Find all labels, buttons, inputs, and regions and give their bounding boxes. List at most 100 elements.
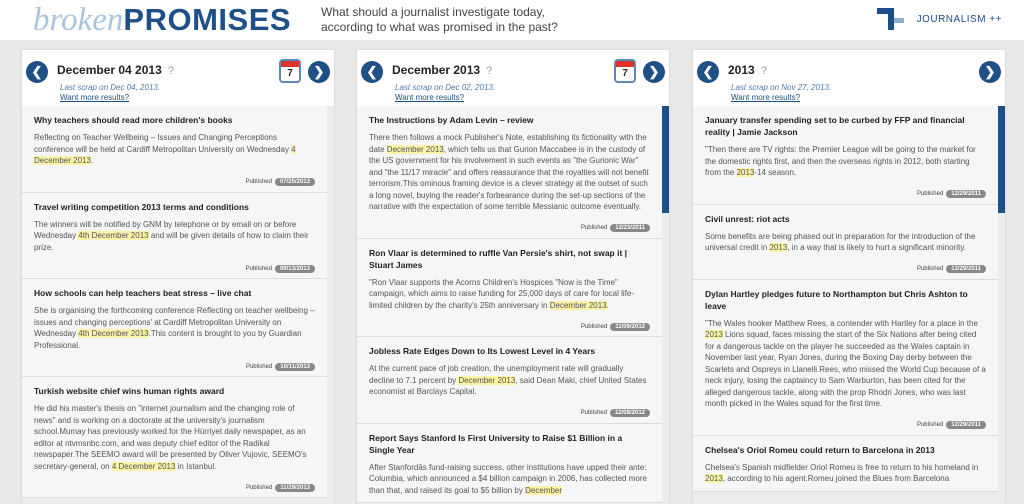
last-scrap-text: Last scrap on Dec 02, 2013.: [395, 83, 496, 92]
published-date-badge: 12/29/2011: [946, 190, 986, 199]
highlighted-date: December 2013: [458, 375, 516, 385]
published-date-badge: 12/08/2012: [609, 409, 650, 418]
results-column: ❮ December 2013? 7 ❯ Last scrap on Dec 02, 2…: [357, 50, 669, 504]
article-title[interactable]: Jobless Rate Edges Down to Its Lowest Le…: [369, 345, 650, 357]
article-excerpt: At the current pace of job creation, the…: [369, 364, 647, 396]
article-excerpt: Reflecting on Teacher Wellbeing – Issues…: [34, 133, 296, 165]
published-date-badge: 10/11/2013: [275, 362, 315, 371]
article-title[interactable]: Turkish website chief wins human rights …: [34, 385, 315, 397]
highlighted-date: 4th December 2013: [78, 231, 149, 240]
scrollbar-thumb[interactable]: [998, 106, 1005, 213]
brand-label: JOURNALISM ++: [916, 13, 1002, 25]
calendar-icon[interactable]: 7: [614, 59, 636, 83]
help-icon[interactable]: ?: [761, 65, 767, 77]
next-arrow-icon[interactable]: ❯: [979, 61, 1001, 83]
article-list[interactable]: Why teachers should read more children's…: [22, 106, 334, 504]
published-label: Published: [916, 422, 944, 429]
article-excerpt: He did his master's thesis on "internet …: [34, 404, 307, 471]
published-row: Published 09/13/2013: [34, 260, 315, 273]
article-excerpt: Some benefits are being phased out in pr…: [705, 231, 976, 252]
logo-broken-text: broken: [33, 2, 124, 38]
highlighted-date: December: [525, 485, 563, 495]
article-list[interactable]: January transfer spending set to be curb…: [693, 106, 1005, 504]
journalism-brand-link[interactable]: JOURNALISM ++: [876, 6, 1002, 32]
article-card[interactable]: Travel writing competition 2013 terms an…: [22, 192, 327, 279]
journalism-logo-icon: [876, 6, 907, 32]
article-excerpt: "The Wales hooker Matthew Rees, a conten…: [705, 318, 986, 408]
article-title[interactable]: Ron Vlaar is determined to ruffle Van Pe…: [369, 247, 650, 271]
more-results-link[interactable]: Want more results?: [731, 93, 800, 102]
column-title-text: 2013: [728, 63, 755, 77]
article-title[interactable]: January transfer spending set to be curb…: [705, 114, 986, 138]
published-label: Published: [916, 266, 944, 273]
article-card[interactable]: Ron Vlaar is determined to ruffle Van Pe…: [357, 238, 662, 337]
calendar-icon[interactable]: 7: [279, 59, 301, 83]
highlighted-date: 2013: [705, 330, 723, 339]
tagline-line-1: What should a journalist investigate tod…: [321, 5, 545, 19]
published-label: Published: [245, 363, 273, 370]
article-card[interactable]: January transfer spending set to be curb…: [693, 106, 998, 205]
highlighted-date: 4 December 2013: [111, 461, 176, 471]
article-excerpt: "Then there are TV rights: the Premier L…: [705, 145, 976, 177]
published-label: Published: [245, 484, 273, 491]
last-scrap-text: Last scrap on Nov 27, 2013.: [731, 83, 832, 92]
help-icon[interactable]: ?: [486, 65, 492, 77]
article-card[interactable]: How schools can help teachers beat stres…: [22, 279, 327, 377]
article-title[interactable]: Chelsea's Oriol Romeu could return to Ba…: [705, 444, 986, 456]
column-title-text: December 04 2013: [57, 63, 162, 77]
column-title: December 2013?: [392, 63, 492, 77]
published-date-badge: 09/13/2013: [274, 264, 315, 273]
scrollbar-thumb[interactable]: [662, 106, 669, 213]
results-column: ❮ 2013? ❯ Last scrap on Nov 27, 2013. Want m…: [693, 50, 1005, 504]
article-card[interactable]: Jobless Rate Edges Down to Its Lowest Le…: [357, 337, 662, 424]
published-date-badge: 07/25/2013: [274, 178, 315, 187]
next-arrow-icon[interactable]: ❯: [308, 61, 330, 83]
next-arrow-icon[interactable]: ❯: [643, 61, 665, 83]
article-card[interactable]: The Instructions by Adam Levin – review T…: [357, 106, 662, 239]
article-title[interactable]: Travel writing competition 2013 terms an…: [34, 201, 315, 213]
prev-arrow-icon[interactable]: ❮: [361, 61, 383, 83]
article-title[interactable]: Report Says Stanford Is First University…: [369, 432, 650, 456]
help-icon[interactable]: ?: [168, 65, 174, 77]
article-list[interactable]: The Instructions by Adam Levin – review T…: [357, 106, 669, 504]
column-header: ❮ December 2013? 7 ❯ Last scrap on Dec 02, 2…: [357, 50, 669, 106]
article-excerpt: "Ron Vlaar supports the Acorns Children'…: [369, 277, 635, 310]
tagline: What should a journalist investigate tod…: [321, 5, 561, 35]
article-card[interactable]: Dylan Hartley pledges future to Northamp…: [693, 279, 998, 436]
article-card[interactable]: Why teachers should read more children's…: [22, 106, 327, 193]
article-title[interactable]: Dylan Hartley pledges future to Northamp…: [705, 288, 986, 312]
column-title: December 04 2013?: [57, 63, 174, 77]
published-label: Published: [245, 179, 272, 186]
scrollbar[interactable]: [998, 106, 1005, 504]
article-card[interactable]: Report Says Stanford Is First University…: [357, 423, 662, 503]
more-results-link[interactable]: Want more results?: [60, 93, 129, 102]
article-excerpt: There then follows a mock Publisher's No…: [369, 133, 649, 211]
article-card[interactable]: Turkish website chief wins human rights …: [22, 377, 327, 498]
more-results-link[interactable]: Want more results?: [395, 93, 464, 102]
article-card[interactable]: Chelsea's Oriol Romeu could return to Ba…: [693, 435, 998, 492]
published-label: Published: [916, 191, 944, 198]
article-title[interactable]: How schools can help teachers beat stres…: [34, 287, 315, 299]
scrollbar[interactable]: [662, 106, 669, 504]
article-title[interactable]: Why teachers should read more children's…: [34, 114, 315, 126]
published-date-badge: 11/29/2013: [275, 483, 315, 492]
column-title: 2013?: [728, 63, 767, 77]
site-logo[interactable]: brokenPROMISES: [33, 1, 291, 39]
published-row: Published 12/29/2011: [705, 186, 986, 199]
highlighted-date: 2013: [705, 474, 723, 483]
site-header: brokenPROMISES What should a journalist …: [0, 0, 1024, 40]
published-row: Published 12/29/2011: [705, 261, 986, 274]
article-excerpt: The winners will be notified by GNM by t…: [34, 219, 309, 252]
prev-arrow-icon[interactable]: ❮: [26, 61, 48, 83]
article-excerpt: She is organising the forthcoming confer…: [34, 306, 315, 350]
article-card[interactable]: Civil unrest: riot acts Some benefits are…: [693, 204, 998, 280]
published-row: Published 12/08/2012: [369, 405, 650, 418]
highlighted-date: 4th December 2013: [78, 329, 149, 338]
article-title[interactable]: Civil unrest: riot acts: [705, 213, 986, 225]
published-date-badge: 12/29/2011: [946, 421, 986, 430]
published-label: Published: [245, 265, 272, 272]
prev-arrow-icon[interactable]: ❮: [697, 61, 719, 83]
highlighted-date: 2013: [769, 243, 788, 252]
published-label: Published: [580, 410, 607, 417]
article-title[interactable]: The Instructions by Adam Levin – review: [369, 114, 650, 126]
